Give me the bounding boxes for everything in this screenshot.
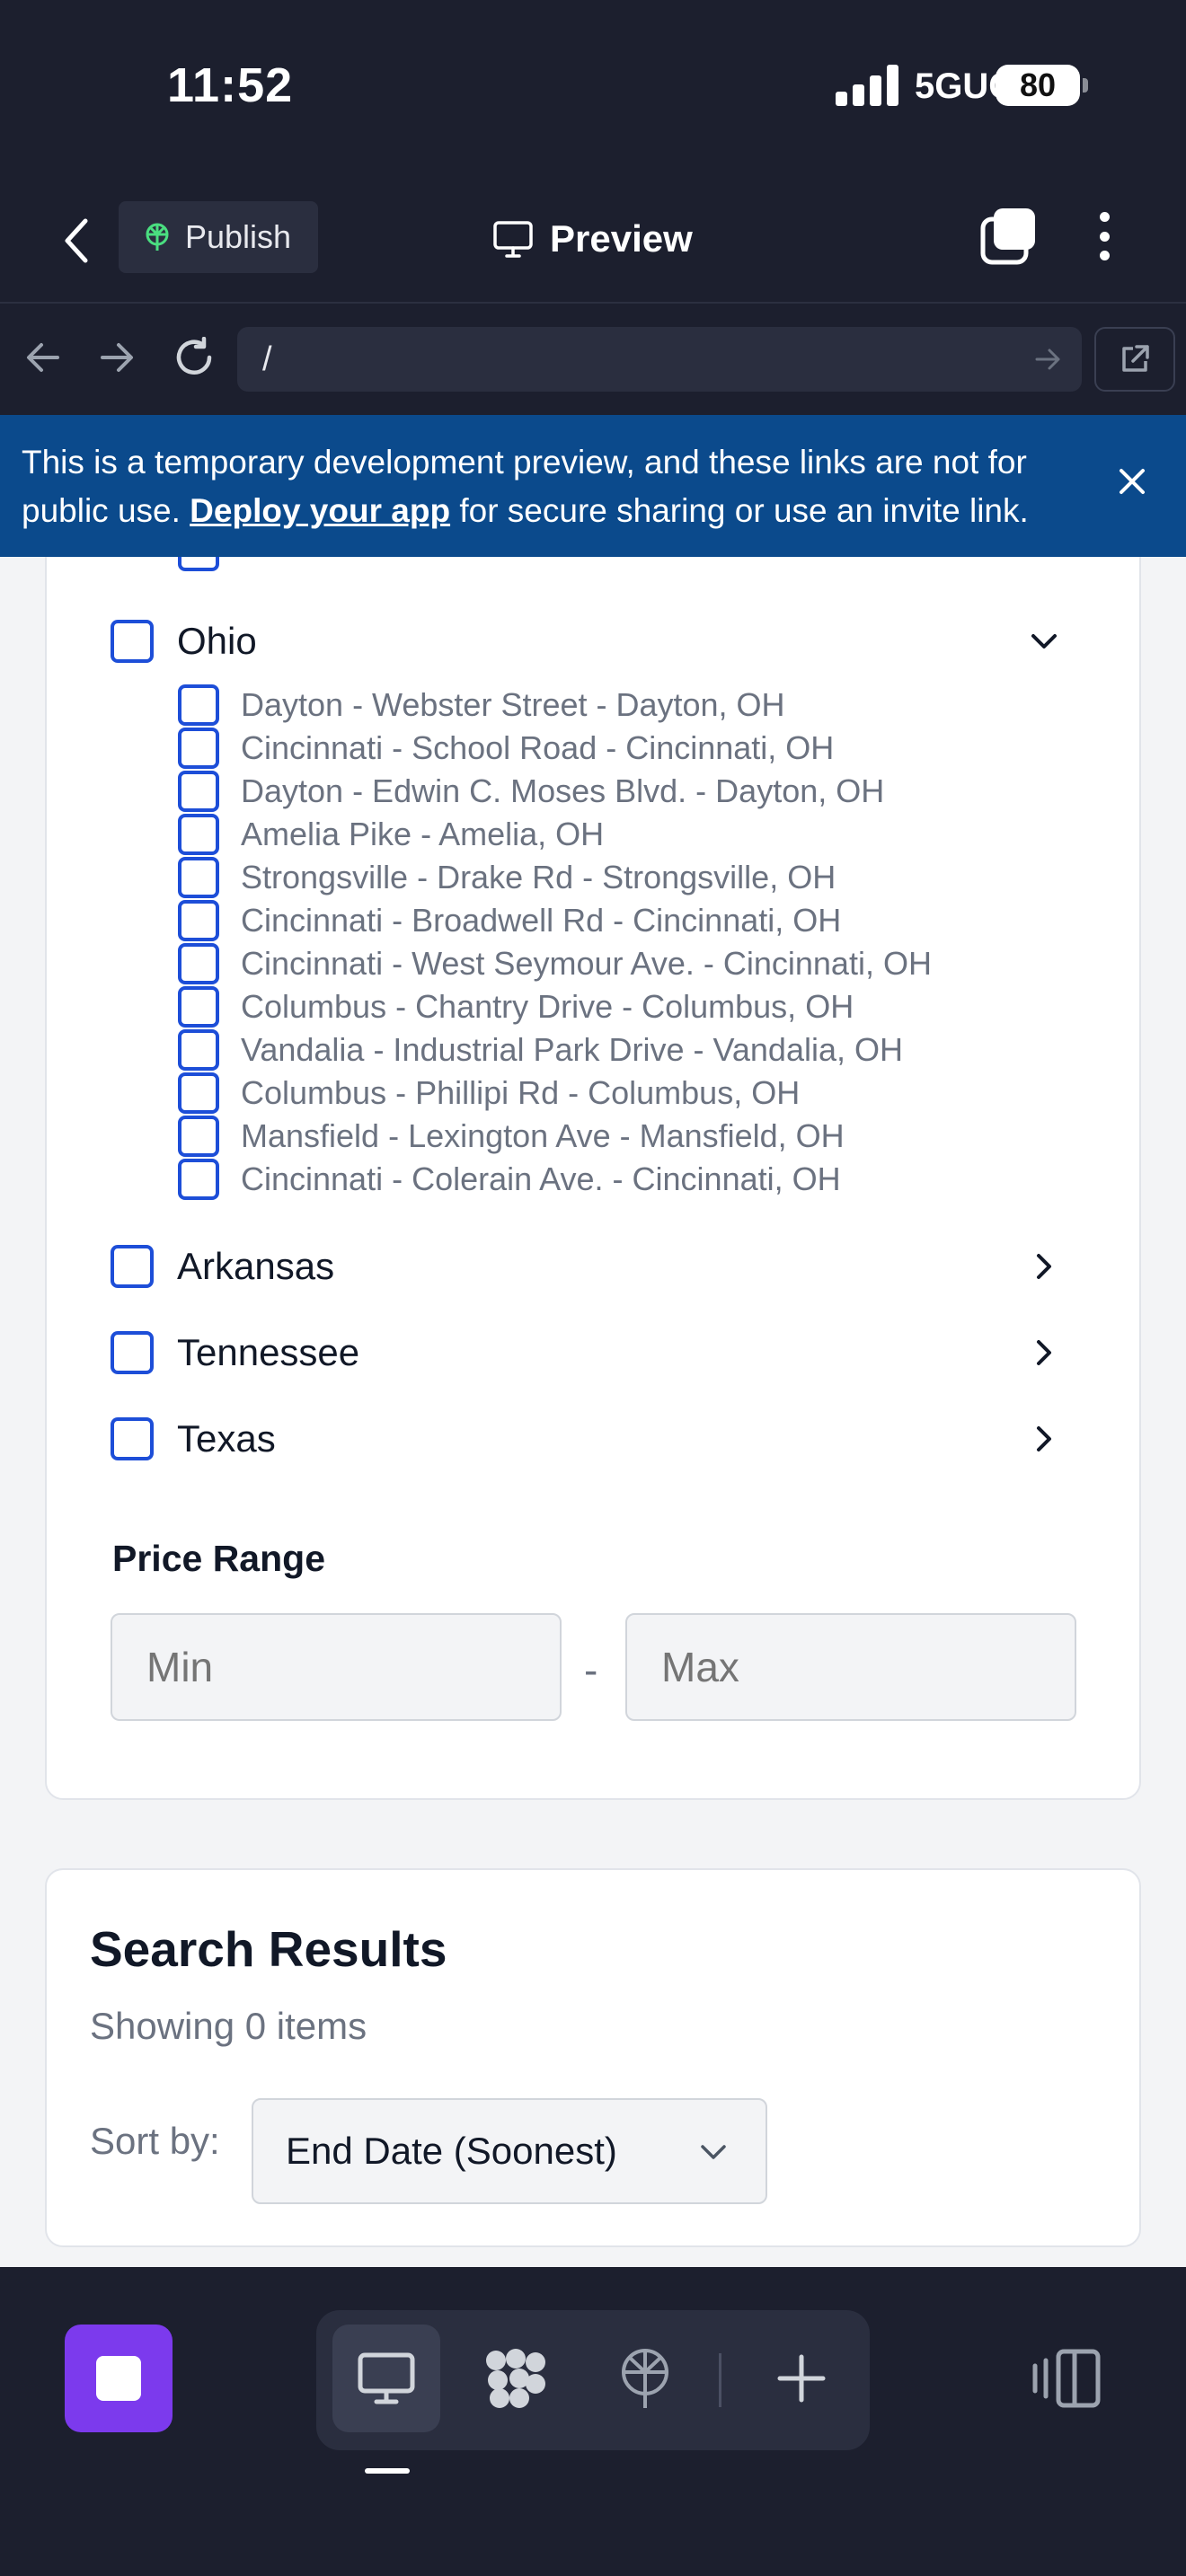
state-checkbox-arkansas[interactable] (111, 1245, 154, 1288)
open-external-button[interactable] (1094, 327, 1175, 392)
workspace-icon (486, 2349, 545, 2408)
deploy-app-link[interactable]: Deploy your app (190, 492, 450, 529)
price-separator: - (584, 1646, 598, 1693)
status-time: 11:52 (167, 58, 294, 112)
windows-icon (980, 208, 1035, 265)
location-label[interactable]: Strongsville - Drake Rd - Strongsville, … (241, 859, 836, 896)
location-label[interactable]: Dayton - Webster Street - Dayton, OH (241, 686, 785, 724)
stop-button[interactable] (65, 2325, 173, 2432)
page-content: Ohio Dayton - Webster Street - Dayton, O… (0, 557, 1186, 2267)
active-tab-indicator (365, 2468, 410, 2474)
location-checkbox[interactable] (178, 943, 219, 984)
publish-label: Publish (185, 218, 292, 255)
chevron-right-icon[interactable] (1026, 1248, 1062, 1284)
price-range-title: Price Range (112, 1538, 325, 1579)
external-link-icon (1122, 345, 1149, 372)
location-checkbox[interactable] (178, 1159, 219, 1200)
state-checkbox-texas[interactable] (111, 1417, 154, 1460)
publish-icon (146, 223, 169, 251)
sort-select[interactable]: End Date (Soonest) (252, 2098, 767, 2204)
location-label[interactable]: Columbus - Phillipi Rd - Columbus, OH (241, 1074, 800, 1112)
filter-card: Ohio Dayton - Webster Street - Dayton, O… (45, 557, 1141, 1800)
publish-icon (622, 2349, 668, 2408)
location-label[interactable]: Cincinnati - Broadwell Rd - Cincinnati, … (241, 902, 841, 940)
location-checkbox[interactable] (178, 771, 219, 812)
sort-value: End Date (Soonest) (286, 2130, 617, 2172)
location-checkbox[interactable] (178, 1116, 219, 1157)
more-options-button[interactable] (1091, 207, 1118, 266)
location-checkbox[interactable] (178, 728, 219, 769)
state-checkbox-tennessee[interactable] (111, 1331, 154, 1374)
browser-forward-button[interactable] (90, 331, 144, 384)
state-label-arkansas[interactable]: Arkansas (177, 1245, 334, 1288)
arrow-left-icon (27, 343, 59, 372)
stop-icon (96, 2356, 141, 2401)
monitor-icon (358, 2352, 415, 2404)
bottom-toolbar (0, 2267, 1186, 2576)
location-checkbox[interactable] (178, 684, 219, 726)
panel-toggle-icon[interactable] (1031, 2342, 1103, 2414)
monitor-icon (493, 221, 533, 258)
state-label-tennessee[interactable]: Tennessee (177, 1331, 359, 1374)
location-checkbox[interactable] (178, 814, 219, 855)
location-label[interactable]: Cincinnati - West Seymour Ave. - Cincinn… (241, 945, 932, 983)
location-checkbox[interactable] (178, 857, 219, 898)
location-label[interactable]: Dayton - Edwin C. Moses Blvd. - Dayton, … (241, 772, 884, 810)
location-checkbox[interactable] (178, 1029, 219, 1071)
url-field[interactable]: / (237, 327, 1082, 392)
tool-group (316, 2310, 870, 2450)
preview-title: Preview (492, 210, 693, 268)
workspace-tool-button[interactable] (462, 2325, 570, 2432)
preview-tool-button[interactable] (332, 2325, 440, 2432)
arrow-right-icon (101, 343, 133, 372)
results-count: Showing 0 items (90, 2005, 367, 2047)
browser-back-button[interactable] (16, 331, 70, 384)
price-min-input[interactable] (111, 1613, 562, 1721)
app-header: Publish Preview (0, 180, 1186, 304)
go-arrow-icon[interactable] (1028, 340, 1067, 379)
browser-bar: / (0, 304, 1186, 415)
chevron-down-icon[interactable] (1026, 623, 1062, 659)
deploy-tool-button[interactable] (591, 2325, 699, 2432)
chevron-left-icon (65, 218, 88, 263)
plus-icon (777, 2354, 826, 2403)
state-checkbox-ohio[interactable] (111, 620, 154, 663)
location-label[interactable]: Vandalia - Industrial Park Drive - Vanda… (241, 1031, 903, 1069)
add-tool-button[interactable] (748, 2325, 855, 2432)
status-bar: 11:52 5GUC 80 (0, 0, 1186, 180)
reload-button[interactable] (167, 331, 221, 384)
close-icon[interactable] (1114, 463, 1150, 499)
state-label-ohio[interactable]: Ohio (177, 620, 257, 663)
back-button[interactable] (54, 212, 99, 269)
location-label[interactable]: Columbus - Chantry Drive - Columbus, OH (241, 988, 854, 1026)
state-label-texas[interactable]: Texas (177, 1417, 276, 1460)
url-text: / (262, 340, 272, 378)
location-checkbox[interactable] (178, 557, 219, 571)
location-label[interactable]: Cincinnati - Colerain Ave. - Cincinnati,… (241, 1160, 841, 1198)
chevron-right-icon[interactable] (1026, 1421, 1062, 1457)
toolbar-divider (719, 2353, 721, 2407)
sort-label: Sort by: (90, 2120, 220, 2162)
battery-icon: 80 (996, 65, 1088, 106)
price-max-input[interactable] (625, 1613, 1076, 1721)
chevron-down-icon (701, 2145, 726, 2159)
publish-button[interactable]: Publish (119, 201, 318, 273)
location-label[interactable]: Cincinnati - School Road - Cincinnati, O… (241, 729, 834, 767)
cellular-signal-icon (836, 65, 898, 106)
search-results-card: Search Results Showing 0 items Sort by: … (45, 1868, 1141, 2247)
preview-label: Preview (550, 217, 693, 260)
chevron-right-icon[interactable] (1026, 1335, 1062, 1371)
location-checkbox[interactable] (178, 900, 219, 941)
search-results-title: Search Results (90, 1921, 447, 1977)
dev-preview-banner: This is a temporary development preview,… (0, 415, 1186, 557)
location-label[interactable]: Mansfield - Lexington Ave - Mansfield, O… (241, 1117, 845, 1155)
location-checkbox[interactable] (178, 986, 219, 1028)
location-checkbox[interactable] (178, 1072, 219, 1114)
banner-text-end: for secure sharing or use an invite link… (450, 492, 1029, 529)
reload-icon (176, 337, 212, 375)
windows-button[interactable] (979, 207, 1039, 266)
location-label[interactable]: Amelia Pike - Amelia, OH (241, 816, 604, 853)
